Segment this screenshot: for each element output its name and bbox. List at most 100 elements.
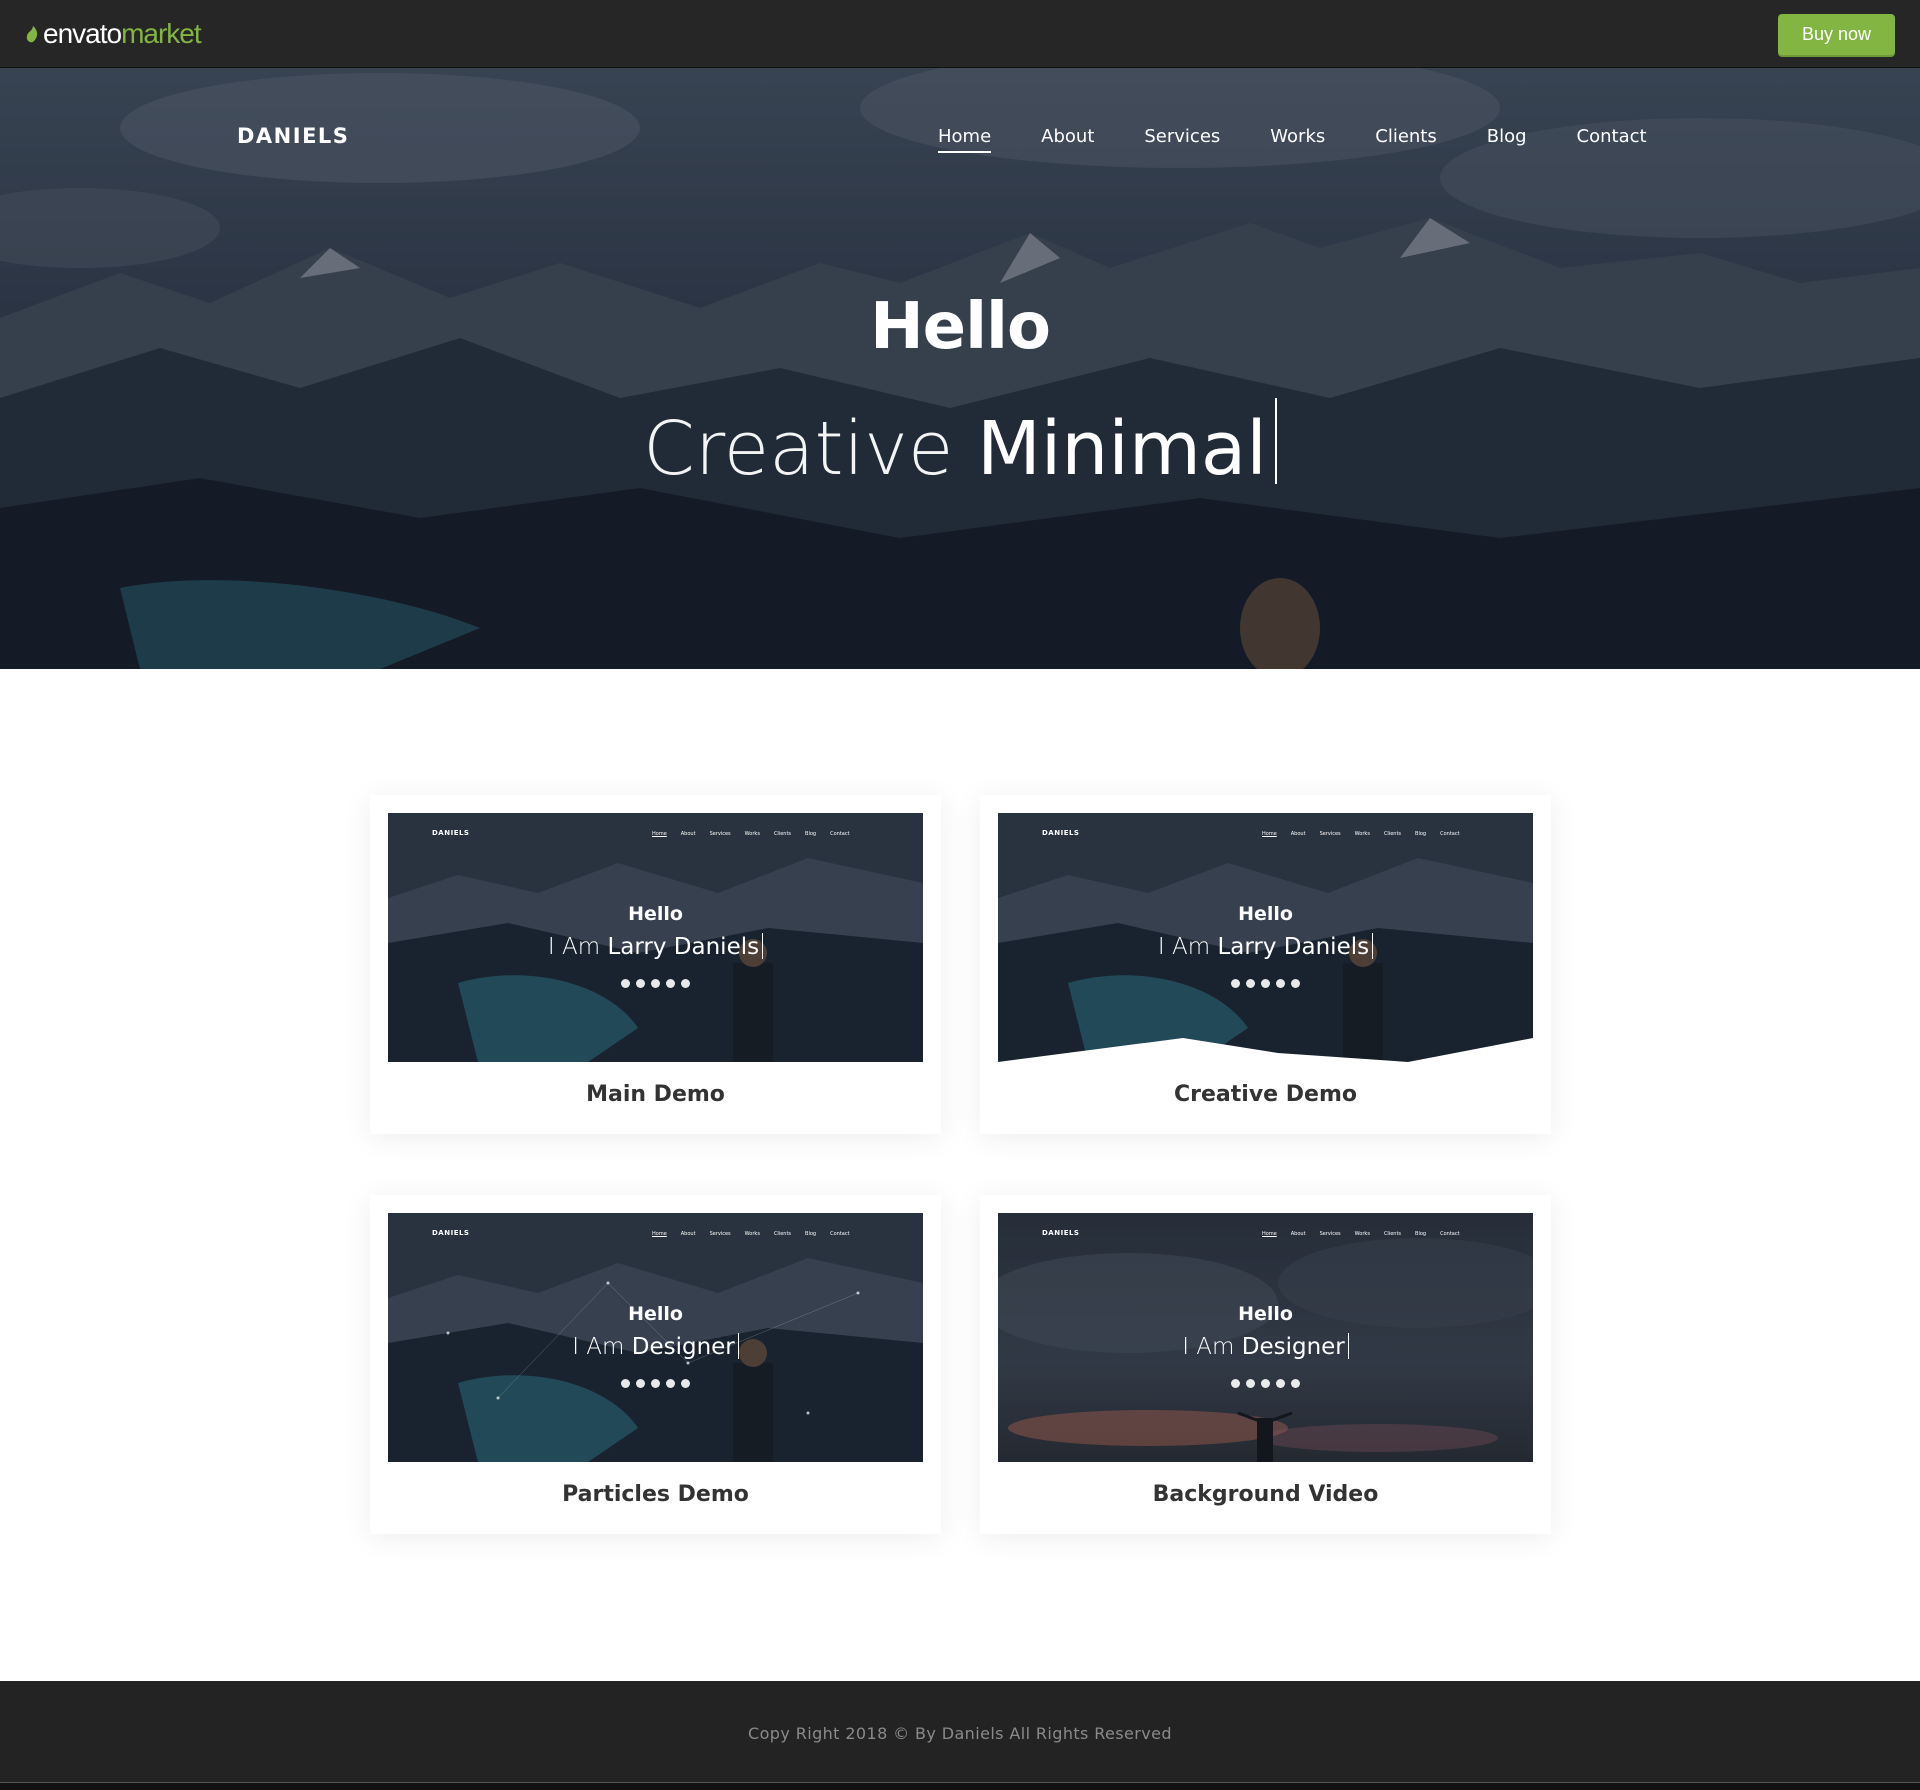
thumbnail-nav-item: Contact bbox=[1440, 1231, 1460, 1237]
thumbnail-nav-item: Blog bbox=[805, 1231, 817, 1237]
demo-card-particles[interactable]: DANIELS Home About Services Works Clients Blo… bbox=[370, 1195, 941, 1534]
nav-contact[interactable]: Contact bbox=[1577, 126, 1647, 153]
nav-home[interactable]: Home bbox=[938, 126, 992, 153]
thumbnail-social-icons bbox=[388, 979, 923, 988]
market-word: market bbox=[121, 18, 202, 49]
demo-card-main[interactable]: DANIELS Home About Services Works Clients Blo… bbox=[370, 795, 941, 1134]
demo-thumbnail: DANIELS Home About Services Works Clients Blo… bbox=[998, 1213, 1533, 1462]
thumbnail-prefix: I Am bbox=[547, 934, 601, 960]
demo-card-background-video[interactable]: DANIELS Home About Services Works Clients Blo… bbox=[980, 1195, 1551, 1534]
leaf-icon bbox=[26, 25, 38, 42]
demo-title[interactable]: Main Demo bbox=[370, 1082, 941, 1107]
thumbnail-nav-item: Works bbox=[1354, 1231, 1370, 1237]
social-icon bbox=[1246, 1379, 1255, 1388]
thumbnail-nav-item: Home bbox=[1262, 1231, 1277, 1237]
social-icon bbox=[1276, 979, 1285, 988]
hero-section: DANIELS Home About Services Works Client… bbox=[0, 68, 1920, 669]
thumbnail-typed-line: I Am Designer bbox=[998, 1333, 1533, 1360]
copyright-text: Copy Right 2018 © By Daniels All Rights … bbox=[748, 1724, 1172, 1743]
nav-clients[interactable]: Clients bbox=[1375, 126, 1437, 153]
hero-prefix: Creative bbox=[643, 406, 954, 492]
social-icon bbox=[636, 1379, 645, 1388]
nav-works[interactable]: Works bbox=[1270, 126, 1325, 153]
thumbnail-nav: Home About Services Works Clients Blog Contact bbox=[1262, 831, 1474, 837]
thumbnail-prefix: I Am bbox=[1182, 1334, 1235, 1360]
thumbnail-nav-item: Home bbox=[652, 1231, 667, 1237]
demo-card-creative[interactable]: DANIELS Home About Services Works Clients Blo… bbox=[980, 795, 1551, 1134]
thumbnail-highlight: Larry Daniels bbox=[1217, 934, 1370, 960]
thumbnail-typed-line: I Am Larry Daniels bbox=[388, 933, 923, 960]
thumbnail-nav: Home About Services Works Clients Blog Contact bbox=[1262, 1231, 1474, 1237]
thumbnail-hello: Hello bbox=[628, 1303, 683, 1325]
thumbnail-prefix: I Am bbox=[572, 1334, 625, 1360]
typing-cursor bbox=[1347, 1333, 1349, 1359]
social-icon bbox=[621, 1379, 630, 1388]
main-nav: Home About Services Works Clients Blog C… bbox=[938, 126, 1697, 153]
thumbnail-brand: DANIELS bbox=[432, 829, 470, 837]
demo-title[interactable]: Background Video bbox=[980, 1482, 1551, 1507]
nav-blog[interactable]: Blog bbox=[1487, 126, 1527, 153]
thumbnail-hello: Hello bbox=[628, 903, 683, 925]
thumbnail-hello: Hello bbox=[1238, 903, 1293, 925]
thumbnail-nav-item: Clients bbox=[1383, 831, 1402, 837]
thumbnail-nav-item: Blog bbox=[805, 831, 817, 837]
social-icon bbox=[1291, 979, 1300, 988]
typing-cursor bbox=[1274, 398, 1277, 484]
social-icon bbox=[636, 979, 645, 988]
thumbnail-social-icons bbox=[998, 1379, 1533, 1388]
hero-typed-line: Creative Minimal bbox=[0, 398, 1920, 492]
hero-hello-heading: Hello bbox=[870, 290, 1051, 364]
social-icon bbox=[1261, 979, 1270, 988]
bottom-strip bbox=[0, 1782, 1920, 1790]
demo-title[interactable]: Particles Demo bbox=[370, 1482, 941, 1507]
demo-thumbnail: DANIELS Home About Services Works Clients Blo… bbox=[998, 813, 1533, 1062]
thumbnail-nav-item: Clients bbox=[773, 1231, 792, 1237]
thumbnail-nav-item: Services bbox=[1319, 1231, 1341, 1237]
hero-highlight: Minimal bbox=[976, 406, 1267, 492]
thumbnail-nav-item: Home bbox=[652, 831, 667, 837]
typing-cursor bbox=[762, 933, 764, 959]
thumbnail-nav-item: Services bbox=[709, 831, 731, 837]
thumbnail-nav-item: Contact bbox=[830, 1231, 850, 1237]
thumbnail-nav-item: About bbox=[1290, 831, 1306, 837]
thumbnail-nav-item: Home bbox=[1262, 831, 1277, 837]
thumbnail-nav-item: Works bbox=[1354, 831, 1370, 837]
thumbnail-nav-item: Works bbox=[744, 831, 760, 837]
thumbnail-hello: Hello bbox=[1238, 1303, 1293, 1325]
thumbnail-nav: Home About Services Works Clients Blog Contact bbox=[652, 831, 864, 837]
buy-now-button[interactable]: Buy now bbox=[1778, 14, 1895, 55]
thumbnail-brand: DANIELS bbox=[432, 1229, 470, 1237]
thumbnail-nav-item: Services bbox=[1319, 831, 1341, 837]
social-icon bbox=[1246, 979, 1255, 988]
thumbnail-prefix: I Am bbox=[1157, 934, 1211, 960]
thumbnail-nav-item: Clients bbox=[1383, 1231, 1402, 1237]
nav-services[interactable]: Services bbox=[1144, 126, 1220, 153]
thumbnail-nav-item: Clients bbox=[773, 831, 792, 837]
social-icon bbox=[1231, 979, 1240, 988]
envato-word: envato bbox=[43, 18, 122, 49]
demo-thumbnail: DANIELS Home About Services Works Clients Blo… bbox=[388, 813, 923, 1062]
thumbnail-nav-item: Works bbox=[744, 1231, 760, 1237]
thumbnail-brand: DANIELS bbox=[1042, 1229, 1080, 1237]
thumbnail-nav-item: Blog bbox=[1415, 1231, 1427, 1237]
thumbnail-brand: DANIELS bbox=[1042, 829, 1080, 837]
social-icon bbox=[651, 1379, 660, 1388]
social-icon bbox=[621, 979, 630, 988]
social-icon bbox=[681, 1379, 690, 1388]
thumbnail-nav-item: About bbox=[1290, 1231, 1306, 1237]
typing-cursor bbox=[1372, 933, 1374, 959]
nav-about[interactable]: About bbox=[1041, 126, 1094, 153]
thumbnail-nav-item: Contact bbox=[830, 831, 850, 837]
hero-mountain-image bbox=[0, 68, 1920, 669]
thumbnail-nav-item: Contact bbox=[1440, 831, 1460, 837]
site-brand-logo[interactable]: DANIELS bbox=[237, 124, 349, 148]
social-icon bbox=[651, 979, 660, 988]
site-footer: Copy Right 2018 © By Daniels All Rights … bbox=[0, 1681, 1920, 1782]
envato-market-logo[interactable]: envato market bbox=[24, 18, 202, 50]
demo-title[interactable]: Creative Demo bbox=[980, 1082, 1551, 1107]
thumbnail-highlight: Larry Daniels bbox=[607, 934, 760, 960]
thumbnail-social-icons bbox=[388, 1379, 923, 1388]
social-icon bbox=[681, 979, 690, 988]
thumbnail-nav: Home About Services Works Clients Blog Contact bbox=[652, 1231, 864, 1237]
thumbnail-highlight: Designer bbox=[631, 1334, 735, 1360]
